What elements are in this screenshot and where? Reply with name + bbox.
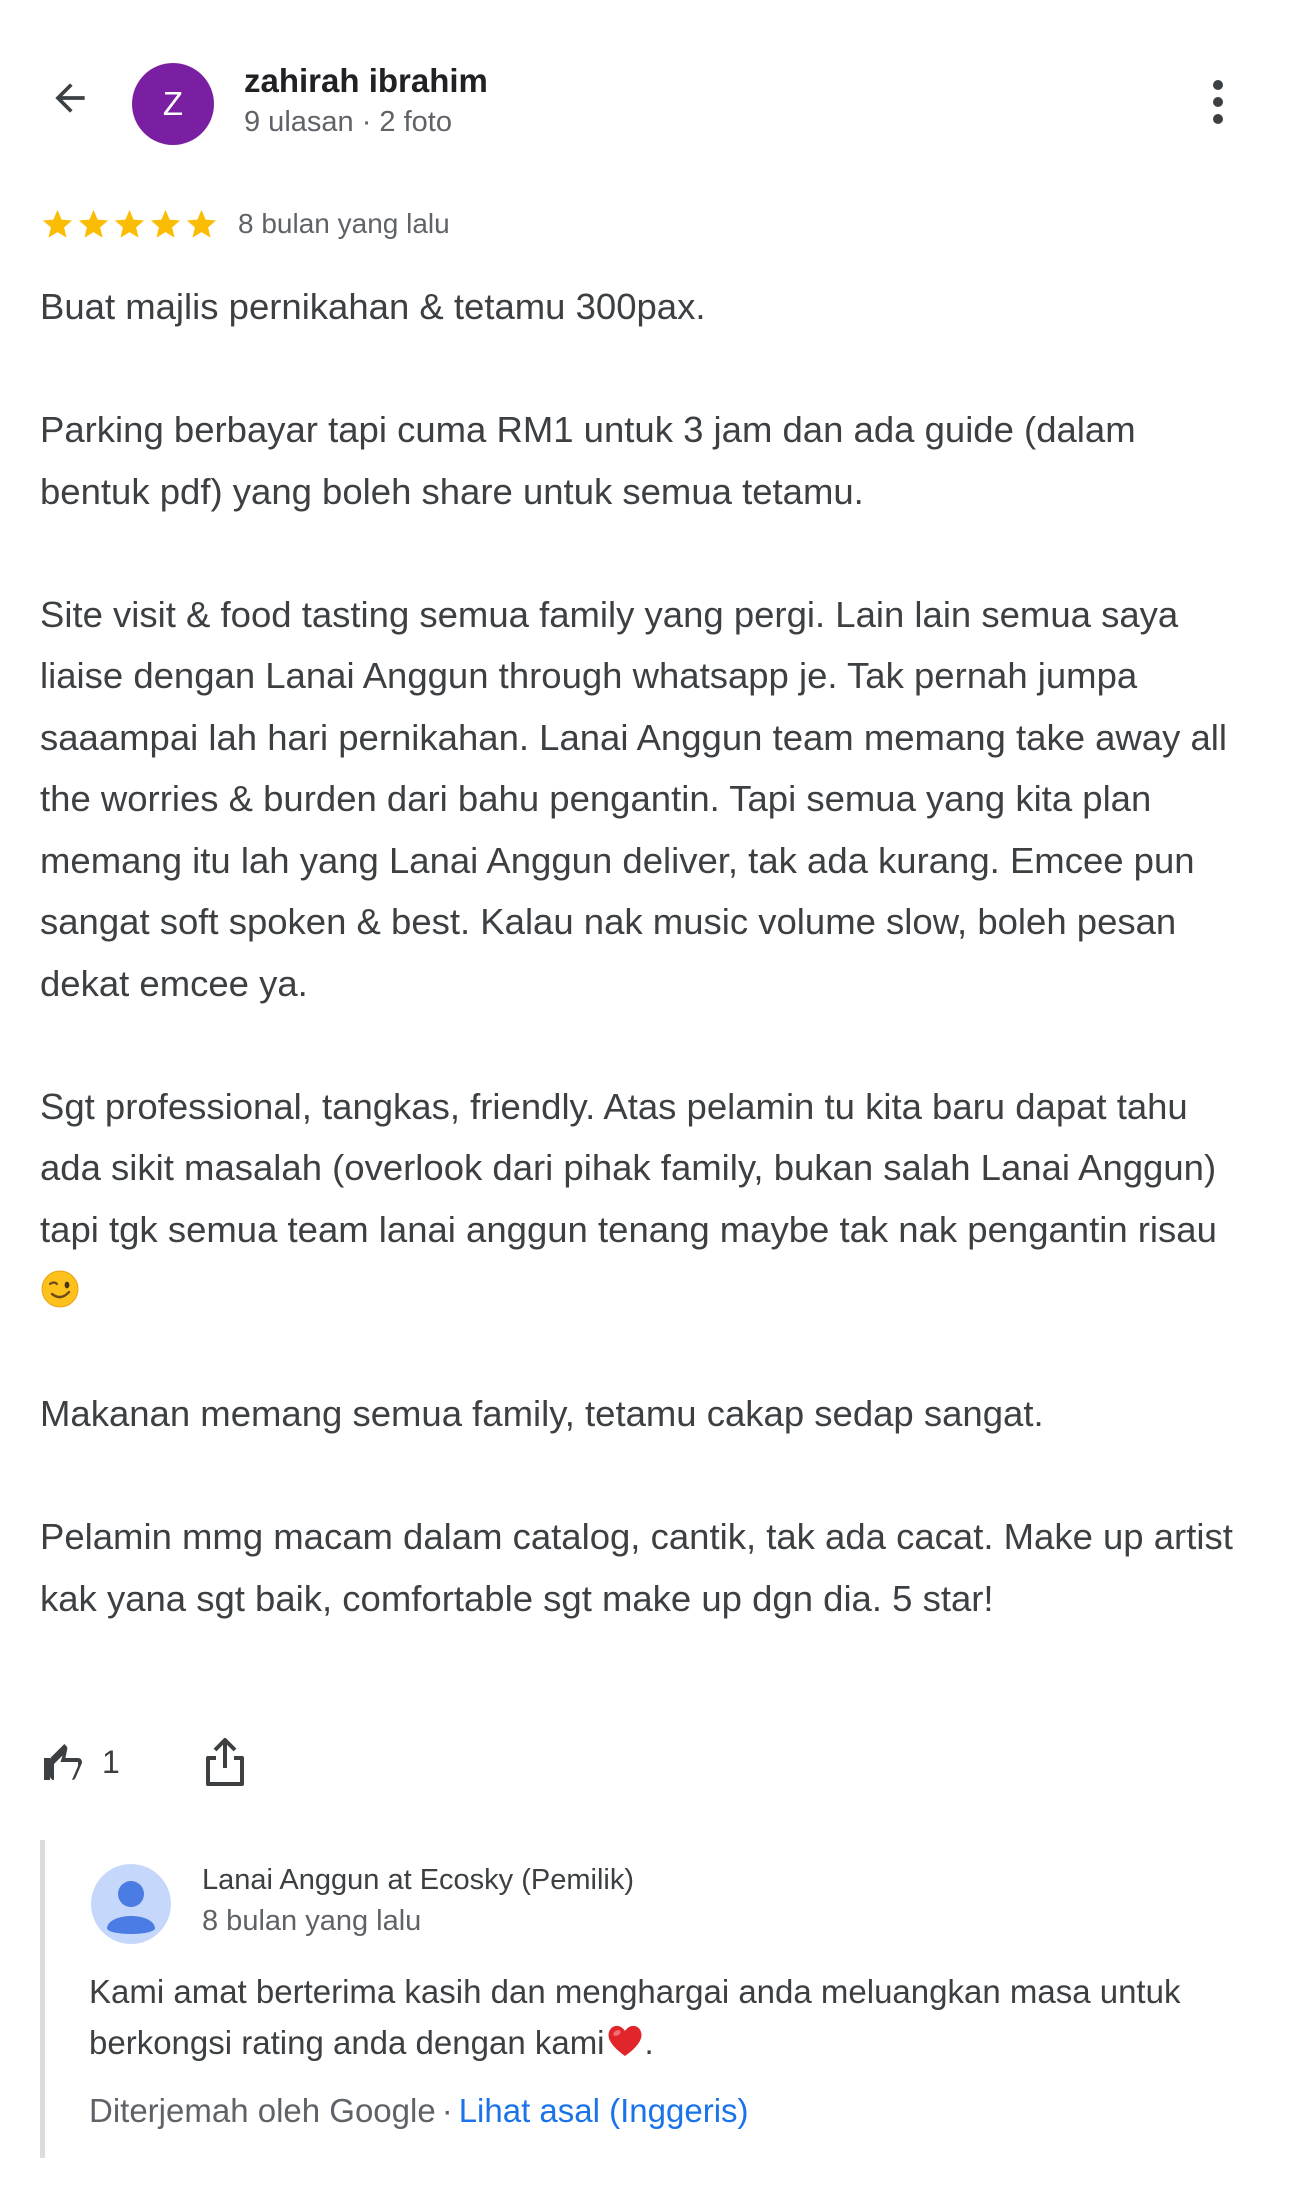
review-text: Buat majlis pernikahan & tetamu 300pax. … [40,276,1255,1629]
author-meta: 9 ulasan · 2 foto [244,106,452,138]
star-rating [40,207,220,242]
review-date: 8 bulan yang lalu [238,208,450,239]
review-paragraph: Sgt professional, tangkas, friendly. Ata… [40,1085,1217,1250]
star-icon [42,209,73,238]
more-vert-icon [1213,80,1223,124]
author-name[interactable]: zahirah ibrahim [244,62,488,100]
star-icon [78,209,109,238]
owner-name: Lanai Anggun at Ecosky (Pemilik) [202,1864,634,1896]
thumb-up-icon [44,1744,82,1780]
review-paragraph: Site visit & food tasting semua family y… [40,593,1227,1004]
owner-avatar [91,1864,171,1944]
person-icon [107,1881,155,1934]
owner-reply-text: Kami amat berterima kasih dan menghargai… [89,1966,1239,2068]
red-heart-icon [608,2025,641,2056]
like-button[interactable]: 1 [40,1738,120,1786]
star-icon [186,209,217,238]
owner-reply-period: . [644,2024,654,2061]
author-avatar[interactable]: Z [132,63,214,145]
star-icon [150,209,181,238]
share-icon [205,1738,244,1786]
review-paragraph: Parking berbayar tapi cuma RM1 untuk 3 j… [40,409,1136,512]
rating-row: 8 bulan yang lalu [40,202,450,246]
review-paragraph: Pelamin mmg macam dalam catalog, cantik,… [40,1516,1233,1619]
owner-reply-date: 8 bulan yang lalu [202,1905,422,1937]
star-icon [114,209,145,238]
translation-row: Diterjemah oleh Google · Lihat asal (Ingge… [89,2092,749,2130]
back-button[interactable] [34,62,106,134]
review-header: Z zahirah ibrahim 9 ulasan · 2 foto [0,0,1290,190]
winking-face-icon [41,1270,79,1308]
owner-reply: Lanai Anggun at Ecosky (Pemilik) 8 bulan… [40,1840,1260,2158]
more-options-button[interactable] [1190,70,1246,134]
avatar-letter: Z [162,85,184,122]
arrow-back-icon [55,83,85,113]
separator-dot: · [441,2092,453,2129]
translated-by-label: Diterjemah oleh Google [89,2092,436,2129]
view-original-link[interactable]: Lihat asal (Inggeris) [459,2092,749,2129]
share-button[interactable] [202,1736,248,1788]
review-paragraph-with-emoji: Sgt professional, tangkas, friendly. Ata… [40,1076,1255,1322]
review-actions: 1 [40,1730,248,1794]
review-paragraph: Makanan memang semua family, tetamu caka… [40,1393,1044,1434]
like-count: 1 [102,1743,120,1780]
review-paragraph: Buat majlis pernikahan & tetamu 300pax. [40,286,706,327]
